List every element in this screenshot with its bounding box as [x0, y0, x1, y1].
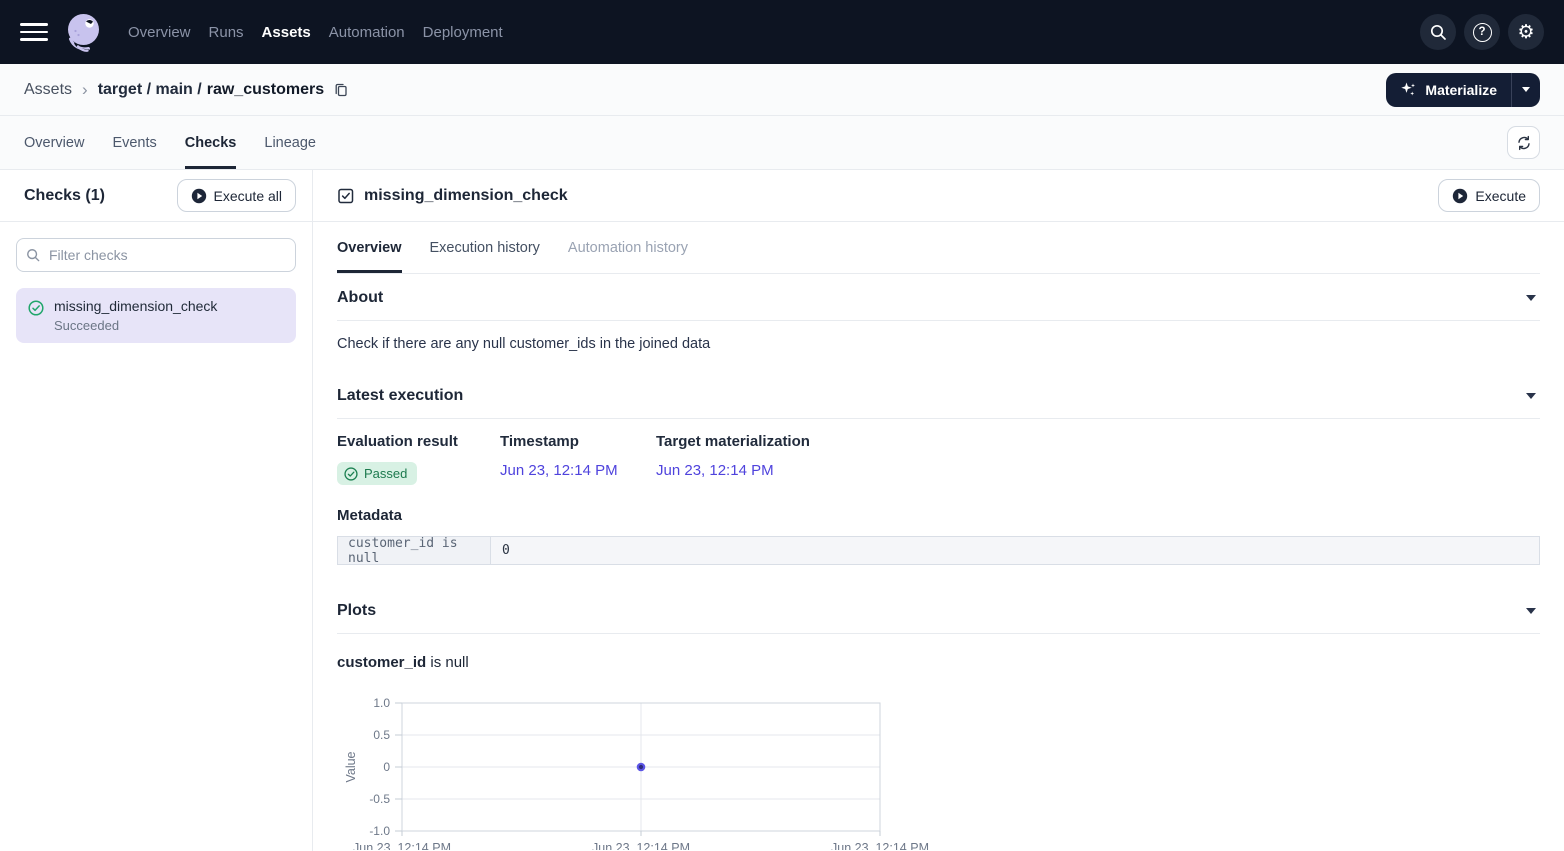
- dagster-octopus-logo-icon[interactable]: [62, 10, 106, 54]
- help-button[interactable]: ?: [1464, 14, 1500, 50]
- materialize-split-button: Materialize: [1386, 73, 1540, 107]
- column-header-timestamp: Timestamp: [500, 433, 656, 450]
- nav-item-deployment[interactable]: Deployment: [423, 24, 503, 41]
- detail-tab-overview[interactable]: Overview: [337, 222, 402, 273]
- tab-checks[interactable]: Checks: [185, 116, 237, 169]
- plot-title: customer_id is null: [337, 654, 1540, 671]
- nav-item-automation[interactable]: Automation: [329, 24, 405, 41]
- check-circle-icon: [28, 300, 44, 333]
- metadata-heading: Metadata: [337, 507, 1540, 524]
- metadata-table: customer_id is null 0: [337, 536, 1540, 565]
- about-section-header: About: [337, 274, 1540, 321]
- x-tick-label: Jun 23, 12:14 PM: [592, 841, 690, 850]
- filter-checks-input[interactable]: [16, 238, 296, 272]
- target-materialization-link[interactable]: Jun 23, 12:14 PM: [656, 462, 774, 479]
- check-detail-title: missing_dimension_check: [364, 187, 568, 205]
- detail-tabs: Overview Execution history Automation hi…: [337, 222, 1540, 274]
- hamburger-menu-icon[interactable]: [20, 23, 48, 41]
- caret-down-icon: [1522, 87, 1530, 92]
- breadcrumb-separator: ›: [82, 80, 88, 100]
- nav-item-runs[interactable]: Runs: [209, 24, 244, 41]
- value-scatter-chart: 1.0 0.5 0 -0.5 -1.0 Value Jun 23, 12:14 …: [337, 695, 1540, 851]
- checks-panel-title: Checks (1): [24, 187, 105, 205]
- copy-button[interactable]: [333, 82, 349, 98]
- refresh-button[interactable]: [1507, 126, 1540, 159]
- tab-lineage[interactable]: Lineage: [264, 116, 316, 169]
- nav-actions: ? ⚙: [1420, 14, 1544, 50]
- execute-button[interactable]: Execute: [1438, 179, 1540, 212]
- tab-events[interactable]: Events: [112, 116, 156, 169]
- y-tick-label: -1.0: [369, 824, 390, 838]
- data-point: [638, 764, 644, 770]
- check-detail-panel: missing_dimension_check Execute Overview…: [313, 170, 1564, 851]
- column-header-evaluation-result: Evaluation result: [337, 433, 500, 450]
- play-circle-icon: [191, 188, 207, 204]
- check-description: Check if there are any null customer_ids…: [337, 336, 1540, 352]
- column-header-target-materialization: Target materialization: [656, 433, 810, 450]
- nav-item-overview[interactable]: Overview: [128, 24, 191, 41]
- x-tick-label: Jun 23, 12:14 PM: [353, 841, 451, 850]
- plots-heading: Plots: [337, 602, 376, 620]
- gear-icon: ⚙: [1517, 23, 1534, 42]
- detail-tab-automation-history[interactable]: Automation history: [568, 222, 688, 273]
- execute-all-button[interactable]: Execute all: [177, 179, 296, 212]
- detail-tab-execution-history[interactable]: Execution history: [430, 222, 540, 273]
- asset-tabs-row: Overview Events Checks Lineage: [0, 116, 1564, 170]
- y-axis-label: Value: [344, 751, 358, 782]
- sparkle-icon: [1400, 81, 1417, 98]
- y-tick-label: 0.5: [373, 728, 390, 742]
- asset-tabs: Overview Events Checks Lineage: [24, 116, 316, 169]
- status-badge-passed: Passed: [337, 462, 417, 485]
- refresh-icon: [1516, 135, 1532, 151]
- metadata-value: 0: [491, 537, 1539, 564]
- about-heading: About: [337, 289, 383, 307]
- timestamp-link[interactable]: Jun 23, 12:14 PM: [500, 462, 618, 479]
- latest-execution-summary: Evaluation result Passed Timestamp J: [337, 433, 1540, 485]
- latest-execution-heading: Latest execution: [337, 387, 463, 405]
- metadata-key: customer_id is null: [338, 537, 491, 564]
- search-icon: [1429, 23, 1447, 41]
- asset-check-icon: [337, 187, 355, 205]
- check-item-name: missing_dimension_check: [54, 298, 217, 314]
- collapse-caret-icon[interactable]: [1526, 393, 1536, 399]
- x-tick-label: Jun 23, 12:14 PM: [831, 841, 929, 850]
- copy-icon: [333, 82, 349, 98]
- y-tick-label: 1.0: [373, 696, 390, 710]
- play-circle-icon: [1452, 188, 1468, 204]
- breadcrumb-asset-path: target / main /: [98, 81, 202, 99]
- materialize-label: Materialize: [1425, 82, 1497, 98]
- breadcrumb-assets-link[interactable]: Assets: [24, 81, 72, 99]
- collapse-caret-icon[interactable]: [1526, 608, 1536, 614]
- materialize-button[interactable]: Materialize: [1386, 73, 1511, 107]
- primary-nav: Overview Runs Assets Automation Deployme…: [128, 24, 503, 41]
- search-icon: [26, 248, 40, 262]
- check-list-item-selected[interactable]: missing_dimension_check Succeeded: [16, 288, 296, 343]
- help-icon: ?: [1473, 23, 1492, 42]
- check-item-status: Succeeded: [54, 318, 217, 333]
- y-tick-label: -0.5: [369, 792, 390, 806]
- plots-section-header: Plots: [337, 587, 1540, 634]
- materialize-dropdown-button[interactable]: [1511, 73, 1540, 107]
- checks-panel: Checks (1) Execute all: [0, 170, 313, 851]
- top-nav: Overview Runs Assets Automation Deployme…: [0, 0, 1564, 64]
- breadcrumb-row: Assets › target / main / raw_customers M…: [0, 64, 1564, 116]
- nav-item-assets[interactable]: Assets: [262, 24, 311, 41]
- search-button[interactable]: [1420, 14, 1456, 50]
- tab-overview[interactable]: Overview: [24, 116, 84, 169]
- check-circle-icon: [344, 467, 358, 481]
- y-tick-label: 0: [383, 760, 390, 774]
- breadcrumb-asset-name: raw_customers: [207, 81, 324, 99]
- latest-execution-section-header: Latest execution: [337, 372, 1540, 419]
- settings-button[interactable]: ⚙: [1508, 14, 1544, 50]
- collapse-caret-icon[interactable]: [1526, 295, 1536, 301]
